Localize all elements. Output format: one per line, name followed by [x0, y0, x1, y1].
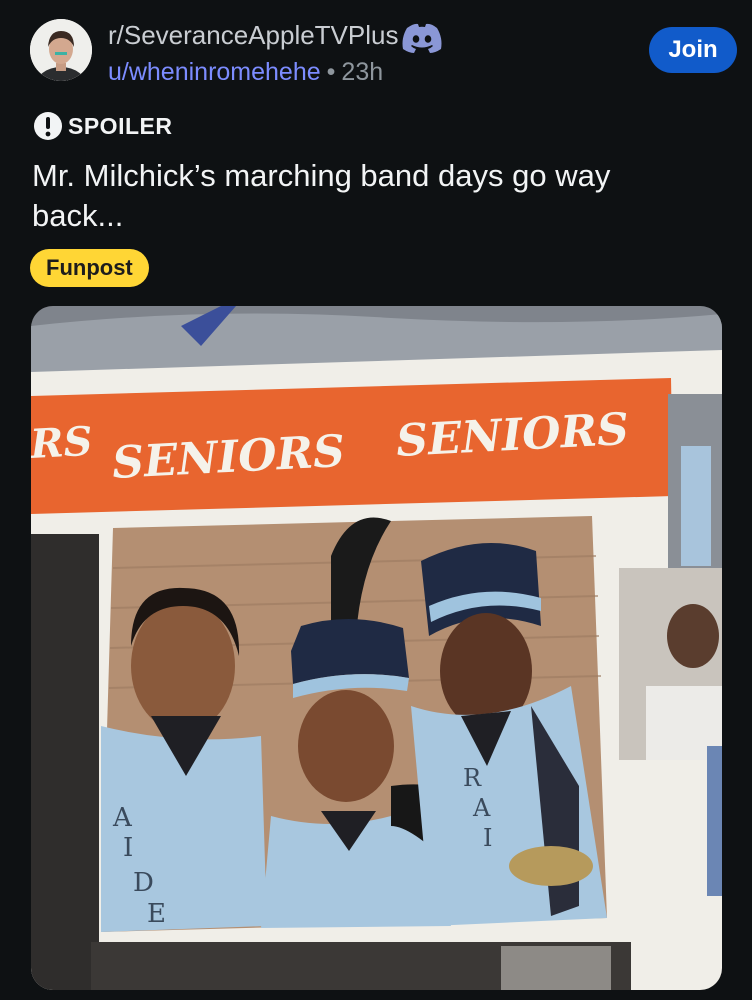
post-timestamp: 23h: [341, 58, 384, 86]
jacket-letter-right-3: I: [483, 824, 492, 852]
spoiler-label: SPOILER: [68, 112, 173, 139]
jacket-letter-left-1: A: [112, 803, 133, 833]
join-button[interactable]: Join: [649, 27, 737, 73]
jacket-letter-right-2: A: [472, 794, 491, 822]
subreddit-name[interactable]: r/SeveranceAppleTVPlus: [108, 20, 398, 51]
post-card: r/SeveranceAppleTVPlus u/wheninromehehe •…: [0, 0, 752, 1000]
post-meta: u/wheninromehehe • 23h: [108, 58, 383, 87]
jacket-letter-left-2: I: [123, 833, 133, 863]
spoiler-tag: SPOILER: [32, 110, 172, 142]
subreddit-avatar[interactable]: [30, 19, 92, 81]
post-flair[interactable]: Funpost: [30, 249, 149, 287]
post-title[interactable]: Mr. Milchick’s marching band days go way…: [32, 156, 632, 236]
banner-word-partial: RS: [31, 418, 94, 468]
meta-separator: •: [326, 58, 336, 86]
jacket-letter-left-3: D: [133, 868, 154, 898]
discord-icon[interactable]: [400, 22, 444, 54]
jacket-letter-left-4: E: [147, 899, 166, 929]
author-username[interactable]: u/wheninromehehe: [108, 58, 321, 86]
post-image[interactable]: RS SENIORS SENIORS A I D E R A I: [31, 306, 722, 990]
jacket-letter-right-1: R: [463, 764, 482, 792]
alert-circle-icon: [34, 112, 62, 140]
